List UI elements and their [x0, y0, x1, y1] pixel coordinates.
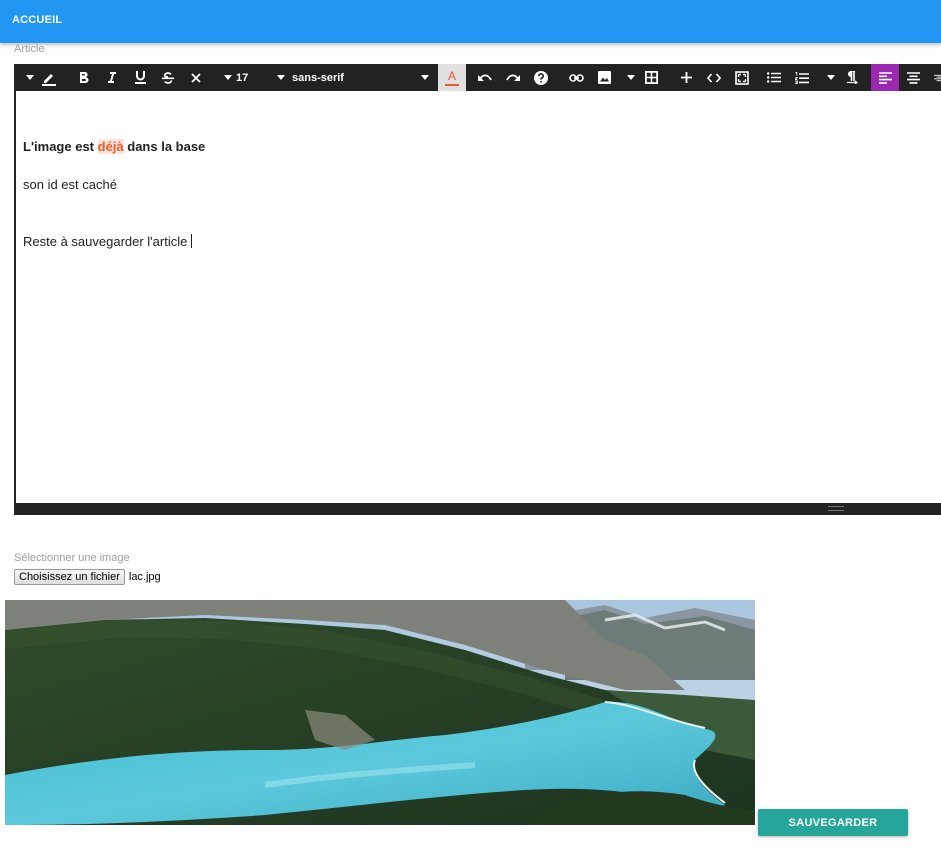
selected-file-name: lac.jpg — [128, 571, 161, 583]
choose-file-button[interactable]: Choisissez un fichier — [14, 569, 125, 585]
text-color-button[interactable]: A — [438, 64, 466, 91]
content-heading: L'image est déjà dans la base — [23, 139, 205, 154]
align-center-icon[interactable] — [899, 64, 927, 91]
bold-icon[interactable] — [74, 64, 94, 91]
pen-icon[interactable] — [38, 64, 60, 91]
rich-text-editor: 17 sans-serif A L'image est déjà dans la… — [14, 64, 941, 515]
font-size-caret-icon[interactable] — [220, 64, 236, 91]
numbered-list-icon[interactable] — [791, 64, 813, 91]
text-color-swatch — [445, 83, 459, 86]
font-family-dropdown-icon[interactable] — [418, 64, 432, 91]
heading-text-after: dans la base — [123, 139, 206, 154]
font-family-caret-icon[interactable] — [274, 64, 288, 91]
heading-highlight: déjà — [97, 139, 124, 154]
image-icon[interactable] — [593, 64, 615, 91]
link-icon[interactable] — [565, 64, 587, 91]
plus-icon[interactable] — [675, 64, 697, 91]
home-link[interactable]: ACCUEIL — [12, 14, 62, 26]
editor-toolbar: 17 sans-serif A — [14, 64, 941, 91]
pen-dropdown-caret-icon[interactable] — [22, 64, 38, 91]
strikethrough-icon[interactable] — [158, 64, 178, 91]
editor-resize-handle[interactable] — [14, 503, 941, 515]
content-line-2: Reste à sauvegarder l'article — [23, 234, 193, 249]
image-preview — [5, 600, 755, 825]
help-icon[interactable] — [530, 64, 552, 91]
app-bar: ACCUEIL — [0, 0, 941, 43]
font-family-select[interactable]: sans-serif — [292, 64, 420, 91]
content-line-1: son id est caché — [23, 177, 117, 192]
file-input: Choisissez un fichier lac.jpg — [14, 569, 161, 585]
code-icon[interactable] — [703, 64, 725, 91]
editor-content-area[interactable]: L'image est déjà dans la base son id est… — [16, 91, 941, 503]
paragraph-icon[interactable] — [840, 64, 862, 91]
image-field-label: Sélectionner une image — [14, 552, 130, 564]
paragraph-caret-icon[interactable] — [824, 64, 838, 91]
align-right-icon[interactable] — [927, 64, 941, 91]
underline-icon[interactable] — [130, 64, 150, 91]
redo-icon[interactable] — [502, 64, 524, 91]
table-caret-icon[interactable] — [624, 64, 638, 91]
article-label: Article — [14, 43, 45, 55]
table-icon[interactable] — [640, 64, 662, 91]
resize-grip-icon — [828, 506, 844, 511]
text-color-letter: A — [447, 68, 456, 83]
italic-icon[interactable] — [102, 64, 122, 91]
undo-icon[interactable] — [474, 64, 496, 91]
save-button[interactable]: SAUVEGARDER — [758, 809, 908, 836]
font-size-select[interactable]: 17 — [236, 64, 258, 91]
fullscreen-icon[interactable] — [731, 64, 753, 91]
align-left-icon[interactable] — [871, 64, 899, 91]
heading-text-before: L'image est — [23, 139, 98, 154]
bullet-list-icon[interactable] — [763, 64, 785, 91]
content-line-2-text: Reste à sauvegarder l'article — [23, 234, 188, 249]
clear-format-icon[interactable] — [186, 64, 206, 91]
text-caret — [191, 234, 193, 248]
